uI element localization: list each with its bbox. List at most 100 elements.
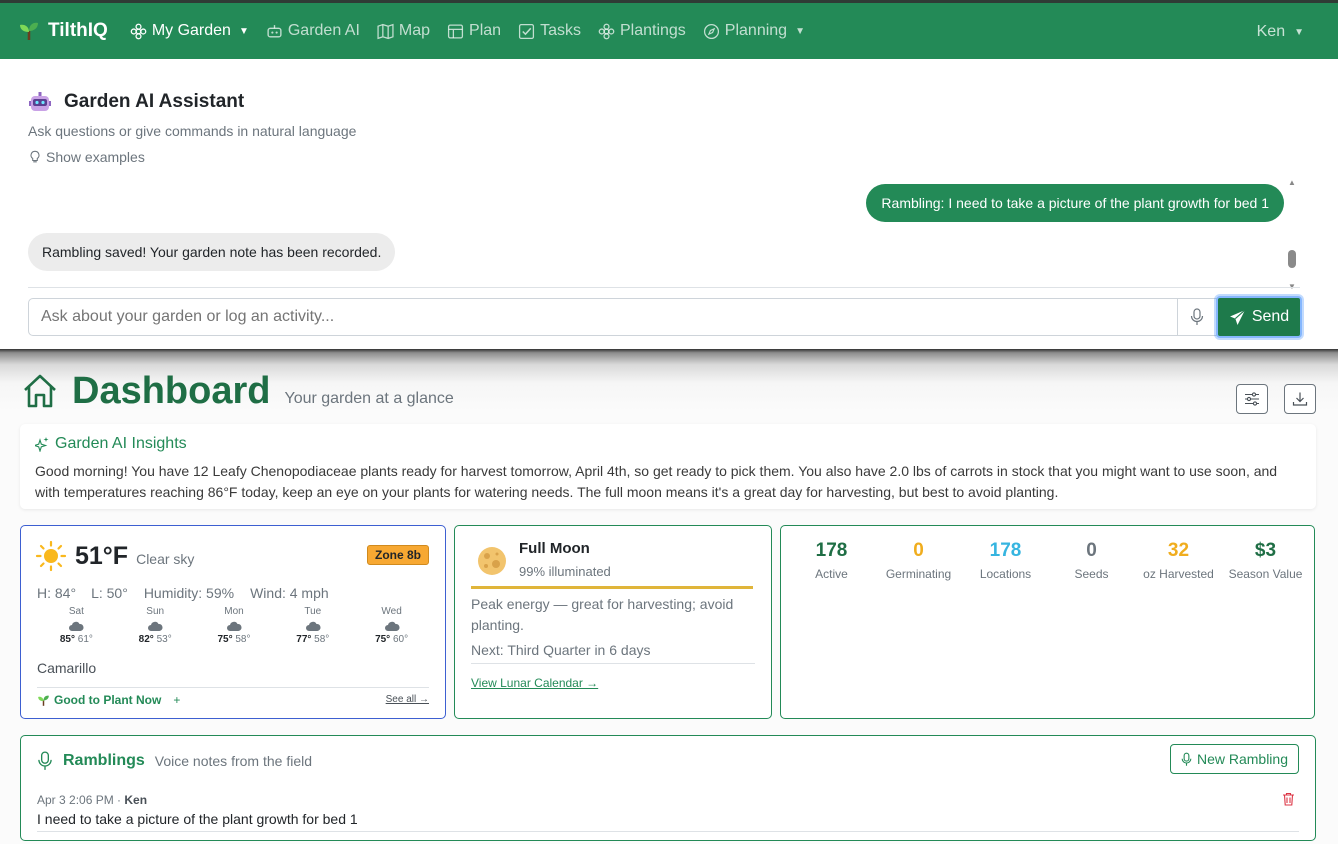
next-phase-text: Next: Third Quarter in 6 days xyxy=(471,642,651,658)
nav-garden-ai[interactable]: Garden AI xyxy=(266,22,360,40)
microphone-icon xyxy=(1190,308,1204,325)
forecast-low: 53° xyxy=(156,634,172,645)
good-to-plant-label: Good to Plant Now xyxy=(54,693,162,707)
rambling-time: Apr 3 2:06 PM · xyxy=(37,793,125,807)
stat-seeds[interactable]: 0 Seeds xyxy=(1048,540,1135,581)
nav-map[interactable]: Map xyxy=(377,22,430,40)
current-weather: 51°F Clear sky xyxy=(35,540,194,572)
chat-messages: Rambling: I need to take a picture of th… xyxy=(20,177,1300,287)
partly-cloudy-icon xyxy=(69,621,84,631)
trash-icon xyxy=(1283,792,1294,806)
forecast-low: 61° xyxy=(77,634,93,645)
brand[interactable]: TilthIQ xyxy=(18,20,108,42)
stat-label: Locations xyxy=(979,567,1032,581)
forecast-temps: 75° 58° xyxy=(195,634,274,645)
stat-value: 0 xyxy=(913,540,924,561)
house-icon xyxy=(24,374,56,408)
stat-label: oz Harvested xyxy=(1143,567,1214,581)
insights-header: Garden AI Insights xyxy=(35,435,187,453)
user-menu[interactable]: Ken ▼ xyxy=(1257,23,1304,41)
expand-plus-icon[interactable]: + xyxy=(173,693,180,707)
show-examples-link[interactable]: Show examples xyxy=(28,149,145,165)
low-temp: L: 50° xyxy=(91,585,128,601)
nav-plantings[interactable]: Plantings xyxy=(598,22,686,40)
new-rambling-button[interactable]: New Rambling xyxy=(1169,744,1299,774)
send-button[interactable]: Send xyxy=(1216,296,1302,338)
dashboard: Dashboard Your garden at a glance Garden… xyxy=(0,349,1338,844)
stat-season-value[interactable]: $3 Season Value xyxy=(1222,540,1309,581)
forecast-day-name: Sun xyxy=(146,606,165,617)
send-label: Send xyxy=(1251,308,1290,325)
nav-plan-label: Plan xyxy=(469,22,502,39)
stat-harvested[interactable]: 32 oz Harvested xyxy=(1135,540,1222,581)
forecast-day: Wed 75° 60° xyxy=(352,606,431,645)
ai-insights-card: Garden AI Insights Good morning! You hav… xyxy=(20,424,1316,509)
current-temperature: 51°F xyxy=(75,541,129,570)
stat-germinating[interactable]: 0 Germinating xyxy=(875,540,962,581)
ramblings-subtitle: Voice notes from the field xyxy=(154,753,312,769)
stat-label: Active xyxy=(815,567,848,581)
page-subtitle: Your garden at a glance xyxy=(284,390,454,407)
scroll-thumb[interactable] xyxy=(1288,250,1296,268)
forecast-high: 77° xyxy=(296,634,312,645)
nav-planning[interactable]: Planning ▼ xyxy=(703,22,805,40)
partly-cloudy-icon xyxy=(226,621,242,631)
forecast-day: Sun 82° 53° xyxy=(116,606,195,645)
nav-plantings-label: Plantings xyxy=(619,22,686,39)
location-name: Camarillo xyxy=(37,660,97,676)
high-temp: H: 84° xyxy=(37,585,77,601)
forecast-low: 58° xyxy=(235,634,251,645)
flower-icon xyxy=(598,23,615,39)
nav-my-garden[interactable]: My Garden ▼ xyxy=(130,22,249,40)
sun-icon xyxy=(35,540,67,572)
insights-text: Good morning! You have 12 Leafy Chenopod… xyxy=(35,463,1278,500)
page-title: Dashboard xyxy=(72,370,271,412)
see-all-link[interactable]: See all → xyxy=(386,694,429,705)
nav-tasks[interactable]: Tasks xyxy=(518,22,581,40)
forecast-temps: 82° 53° xyxy=(116,634,195,645)
map-icon xyxy=(377,23,394,39)
stat-value: 178 xyxy=(989,540,1022,561)
stat-active[interactable]: 178 Active xyxy=(788,540,875,581)
stat-locations[interactable]: 178 Locations xyxy=(962,540,1049,581)
delete-rambling-button[interactable] xyxy=(1282,792,1295,811)
forecast-low: 58° xyxy=(314,634,330,645)
forecast-day-name: Wed xyxy=(381,606,402,617)
forecast-high: 82° xyxy=(138,634,154,645)
nav-plan[interactable]: Plan xyxy=(447,22,501,40)
ramblings-title: Ramblings xyxy=(63,752,145,769)
forecast-high: 75° xyxy=(217,634,233,645)
microphone-icon xyxy=(38,751,52,770)
scroll-up-icon[interactable]: ▲ xyxy=(1288,178,1296,187)
layout-icon xyxy=(447,23,464,39)
divider xyxy=(28,287,1300,288)
forecast-day: Mon 75° 58° xyxy=(195,606,274,645)
chat-scrollbar[interactable]: ▲ ▼ xyxy=(1287,178,1297,291)
top-navbar: TilthIQ My Garden ▼ Garden AI Map Plan T… xyxy=(0,0,1338,59)
moon-illumination: 99% illuminated xyxy=(519,564,611,579)
download-button[interactable] xyxy=(1284,384,1316,414)
lunar-calendar-link[interactable]: View Lunar Calendar → xyxy=(471,676,598,690)
moon-energy-text: Peak energy — great for harvesting; avoi… xyxy=(471,596,734,633)
voice-input-button[interactable] xyxy=(1177,298,1217,336)
humidity: Humidity: 59% xyxy=(143,585,235,601)
good-to-plant-link[interactable]: Good to Plant Now + xyxy=(37,693,180,707)
forecast-high: 85° xyxy=(59,634,75,645)
rambling-text: I need to take a picture of the plant gr… xyxy=(37,811,358,827)
sparkles-icon xyxy=(35,437,49,452)
forecast-high: 75° xyxy=(375,634,391,645)
forecast: Sat 85° 61° Sun 82° 53° Mon 75° 58° Tue … xyxy=(37,606,431,645)
chat-input[interactable] xyxy=(28,298,1178,336)
compass-icon xyxy=(703,23,719,39)
customize-button[interactable] xyxy=(1236,384,1268,414)
divider xyxy=(37,687,429,688)
nav-tasks-label: Tasks xyxy=(540,22,581,39)
user-message: Rambling: I need to take a picture of th… xyxy=(866,184,1284,222)
seedling-icon xyxy=(38,695,49,706)
forecast-day-name: Sat xyxy=(68,606,84,617)
download-icon xyxy=(1292,392,1308,406)
stat-label: Seeds xyxy=(1074,567,1109,581)
user-name: Ken xyxy=(1256,23,1286,40)
rambling-author: Ken xyxy=(124,793,148,807)
partly-cloudy-icon xyxy=(305,621,321,631)
